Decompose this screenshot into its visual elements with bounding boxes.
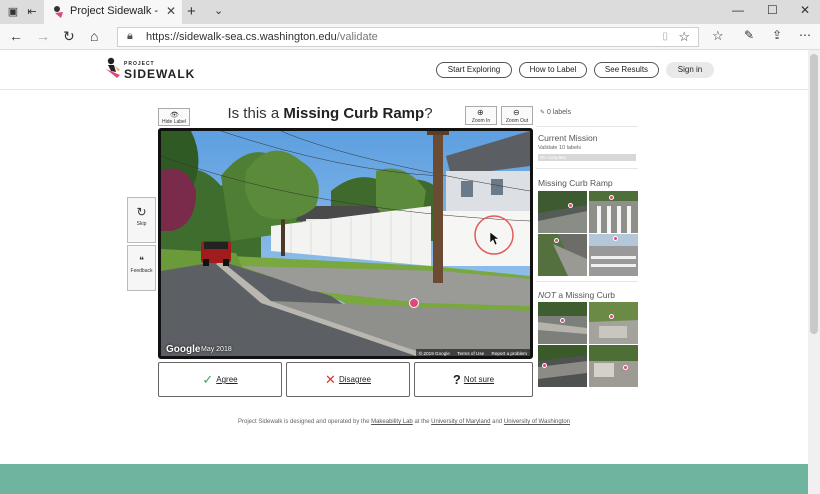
uw-link[interactable]: University of Washington	[504, 419, 570, 425]
tab-bar: ▣ ⇤ Project Sidewalk - Valid ✕ + ⌄ — ☐ ✕	[0, 0, 820, 24]
sidewalk-logo-icon	[106, 57, 120, 78]
sign-in-button[interactable]: Sign in	[666, 62, 714, 78]
positive-examples-title: Missing Curb Ramp	[538, 178, 613, 188]
hide-label-button[interactable]: 👁︎ Hide Label	[158, 108, 190, 126]
example-image	[538, 345, 587, 387]
new-tab-icon[interactable]: +	[187, 3, 196, 20]
pano-date: May 2018	[201, 346, 232, 353]
check-icon: ✓	[202, 372, 214, 388]
pen-icon[interactable]: ✎	[744, 28, 754, 42]
negative-prefix: NOT	[538, 290, 556, 300]
example-image	[589, 345, 638, 387]
example-image	[538, 191, 587, 233]
zoom-in-button[interactable]: ⊕ Zoom In	[465, 106, 497, 125]
maximize-icon[interactable]: ☐	[767, 3, 778, 17]
current-mission-title: Current Mission	[538, 133, 598, 143]
x-icon: ✕	[325, 372, 336, 388]
feedback-label: Feedback	[130, 268, 153, 274]
zoom-out-icon: ⊖	[513, 108, 520, 117]
divider	[536, 281, 638, 282]
example-image	[538, 302, 587, 344]
lock-icon: 🔒︎	[127, 30, 133, 42]
web-page: PROJECT SIDEWALK Start Exploring How to …	[0, 50, 808, 494]
pano-report-link[interactable]: Report a problem	[492, 351, 528, 356]
pano-credits: © 2019 Google Terms of Use Report a prob…	[415, 349, 530, 356]
feedback-icon: ❝	[139, 255, 144, 265]
skip-button[interactable]: ↻ Skip	[127, 197, 156, 243]
divider	[536, 126, 638, 127]
project-sidewalk-logo[interactable]: PROJECT SIDEWALK	[104, 57, 194, 83]
example-image	[589, 191, 638, 233]
feedback-button[interactable]: ❝ Feedback	[127, 245, 156, 291]
divider	[536, 168, 638, 169]
url-field[interactable]: 🔒︎ https://sidewalk-sea.cs.washington.ed…	[117, 27, 699, 47]
browser-tab[interactable]: Project Sidewalk - Valid ✕	[44, 0, 182, 24]
page-footer: Project Sidewalk is designed and operate…	[237, 419, 570, 425]
question-label-type: Missing Curb Ramp	[283, 105, 425, 122]
street-scene-image	[161, 131, 530, 356]
page-scrollbar[interactable]	[808, 50, 820, 494]
favorites-hub-icon[interactable]: ☆	[712, 28, 724, 44]
close-window-icon[interactable]: ✕	[800, 3, 810, 17]
disagree-button[interactable]: ✕ Disagree	[286, 362, 410, 397]
scrollbar-thumb[interactable]	[810, 54, 818, 334]
logo-main-text: SIDEWALK	[124, 67, 196, 81]
share-icon[interactable]: ⇪	[772, 28, 782, 42]
minimize-icon[interactable]: —	[732, 3, 744, 17]
not-sure-label: Not sure	[463, 375, 495, 384]
site-navbar: PROJECT SIDEWALK Start Exploring How to …	[0, 50, 808, 90]
back-icon[interactable]: ←	[9, 28, 23, 44]
umd-link[interactable]: University of Maryland	[431, 419, 490, 425]
agree-button[interactable]: ✓ Agree	[158, 362, 282, 397]
address-bar: ← → ↻ ⌂ 🔒︎ https://sidewalk-sea.cs.washi…	[0, 24, 820, 50]
hide-label-text: Hide Label	[162, 119, 186, 125]
footer-band	[0, 464, 808, 494]
sidewalk-favicon-icon	[54, 6, 63, 18]
forward-icon[interactable]: →	[36, 28, 50, 44]
example-image	[589, 234, 638, 276]
refresh-icon[interactable]: ↻	[63, 28, 75, 45]
hide-eye-icon: 👁︎	[170, 112, 179, 119]
validation-question: Is this a Missing Curb Ramp?	[227, 105, 433, 122]
pano-copyright: © 2019 Google	[418, 351, 450, 356]
zoom-out-label: Zoom Out	[505, 118, 529, 124]
makeability-lab-link[interactable]: Makeability Lab	[371, 419, 413, 425]
question-mark-icon: ?	[452, 372, 461, 388]
street-view-panorama[interactable]: Google May 2018 © 2019 Google Terms of U…	[158, 128, 533, 359]
favorite-star-icon[interactable]: ☆	[678, 29, 690, 45]
see-results-button[interactable]: See Results	[594, 62, 659, 78]
more-menu-icon[interactable]: ⋯	[799, 28, 811, 42]
labels-count: ✎ 0 labels	[540, 109, 571, 116]
skip-label: Skip	[136, 221, 147, 227]
agree-label: Agree	[216, 375, 238, 384]
not-sure-button[interactable]: ? Not sure	[414, 362, 533, 397]
tab-list-chevron-icon[interactable]: ⌄	[214, 4, 223, 17]
example-image	[538, 234, 587, 276]
labels-icon: ✎	[540, 110, 546, 116]
start-exploring-button[interactable]: Start Exploring	[436, 62, 512, 78]
labels-count-text: 0 labels	[546, 109, 572, 116]
tab-title: Project Sidewalk - Valid	[70, 5, 160, 17]
zoom-in-label: Zoom In	[471, 118, 491, 124]
mission-progress-bar: 0% complete	[538, 154, 636, 161]
disagree-label: Disagree	[338, 375, 371, 384]
how-to-label-button[interactable]: How to Label	[519, 62, 587, 78]
tab-aside-icon[interactable]: ⇤	[25, 5, 39, 19]
zoom-in-icon: ⊕	[477, 108, 484, 117]
home-icon[interactable]: ⌂	[90, 28, 98, 44]
mission-progress-text: 0% complete	[540, 155, 567, 160]
zoom-out-button[interactable]: ⊖ Zoom Out	[501, 106, 533, 125]
pano-terms-link[interactable]: Terms of Use	[457, 351, 484, 356]
google-logo: Google	[166, 344, 201, 355]
example-image	[589, 302, 638, 344]
label-marker[interactable]	[409, 298, 419, 308]
url-text: https://sidewalk-sea.cs.washington.edu/v…	[146, 31, 378, 43]
tab-close-icon[interactable]: ✕	[166, 4, 176, 18]
skip-icon: ↻	[136, 205, 147, 219]
reading-view-icon[interactable]: ▯	[662, 31, 668, 42]
mission-subtitle: Validate 10 labels	[538, 145, 582, 151]
tab-manager-icon[interactable]: ▣	[6, 5, 20, 19]
